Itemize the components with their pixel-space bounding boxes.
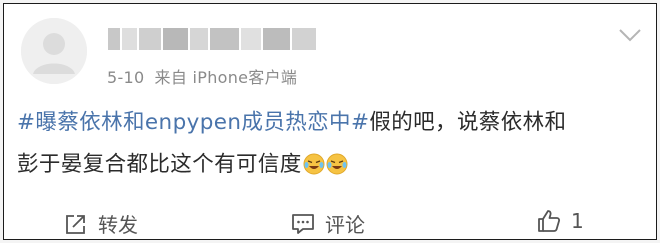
comment-button[interactable]: 评论 xyxy=(291,209,365,238)
blur-block xyxy=(263,28,291,50)
blur-block xyxy=(139,28,161,50)
repost-icon xyxy=(66,214,85,234)
blur-block xyxy=(108,28,120,50)
like-count: 1 xyxy=(571,209,584,233)
action-bar: 转发 评论 1 xyxy=(4,201,656,239)
repost-button[interactable]: 转发 xyxy=(64,209,138,238)
avatar-placeholder-icon xyxy=(21,18,87,84)
like-button[interactable]: 1 xyxy=(537,209,584,233)
username-blurred[interactable] xyxy=(108,26,316,52)
blur-block xyxy=(241,28,262,50)
comment-label: 评论 xyxy=(325,213,365,237)
laugh-cry-emoji-icon xyxy=(326,153,348,175)
blur-block xyxy=(292,28,316,50)
chevron-down-icon[interactable] xyxy=(618,27,642,43)
topic-link[interactable]: #曝蔡依林和enpypen成员热恋中# xyxy=(17,110,369,135)
post-timestamp: 5-10 xyxy=(107,68,145,87)
post-meta: 5-10 来自 iPhone客户端 xyxy=(107,64,297,88)
post-source: 来自 iPhone客户端 xyxy=(154,68,298,87)
blur-block xyxy=(190,28,209,50)
repost-label: 转发 xyxy=(98,213,138,237)
blur-block xyxy=(210,28,240,50)
avatar[interactable] xyxy=(21,18,87,84)
post-text-line1: 假的吧，说蔡依林和 xyxy=(369,110,567,135)
weibo-post-card: 5-10 来自 iPhone客户端 #曝蔡依林和enpypen成员热恋中#假的吧，… xyxy=(3,3,657,240)
blur-block xyxy=(121,28,138,50)
post-text-line2: 彭于晏复合都比这个有可信度 xyxy=(17,152,302,177)
laugh-cry-emoji-icon xyxy=(303,153,325,175)
post-content: #曝蔡依林和enpypen成员热恋中#假的吧，说蔡依林和 彭于晏复合都比这个有可… xyxy=(17,102,647,186)
blur-block xyxy=(162,28,189,50)
comment-icon xyxy=(292,213,314,234)
like-icon xyxy=(538,210,561,232)
